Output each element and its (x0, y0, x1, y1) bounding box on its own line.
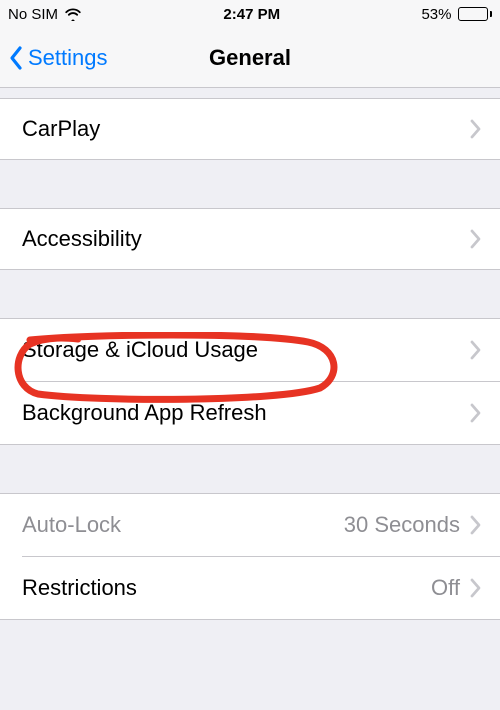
chevron-right-icon (470, 403, 482, 423)
chevron-right-icon (470, 229, 482, 249)
row-background-app-refresh[interactable]: Background App Refresh (0, 382, 500, 444)
row-restrictions[interactable]: Restrictions Off (0, 557, 500, 619)
group-storage-refresh: Storage & iCloud Usage Background App Re… (0, 318, 500, 445)
row-value: Off (431, 575, 460, 601)
row-label: Accessibility (22, 226, 470, 252)
row-storage-icloud-usage[interactable]: Storage & iCloud Usage (0, 319, 500, 381)
row-label: CarPlay (22, 116, 470, 142)
row-auto-lock[interactable]: Auto-Lock 30 Seconds (0, 494, 500, 556)
nav-bar: Settings General (0, 28, 500, 88)
row-carplay[interactable]: CarPlay (0, 98, 500, 160)
carrier-text: No SIM (8, 6, 58, 23)
chevron-right-icon (470, 119, 482, 139)
row-accessibility[interactable]: Accessibility (0, 208, 500, 270)
battery-percent: 53% (421, 6, 451, 23)
chevron-right-icon (470, 578, 482, 598)
chevron-left-icon (8, 45, 24, 71)
back-label: Settings (28, 45, 108, 71)
row-label: Auto-Lock (22, 512, 344, 538)
status-time: 2:47 PM (223, 6, 280, 23)
row-label: Restrictions (22, 575, 431, 601)
row-value: 30 Seconds (344, 512, 460, 538)
row-label: Storage & iCloud Usage (22, 337, 470, 363)
wifi-icon (64, 7, 82, 21)
back-button[interactable]: Settings (0, 45, 108, 71)
battery-icon (458, 7, 493, 21)
status-bar: No SIM 2:47 PM 53% (0, 0, 500, 28)
row-label: Background App Refresh (22, 400, 470, 426)
group-lock-restrictions: Auto-Lock 30 Seconds Restrictions Off (0, 493, 500, 620)
chevron-right-icon (470, 340, 482, 360)
chevron-right-icon (470, 515, 482, 535)
